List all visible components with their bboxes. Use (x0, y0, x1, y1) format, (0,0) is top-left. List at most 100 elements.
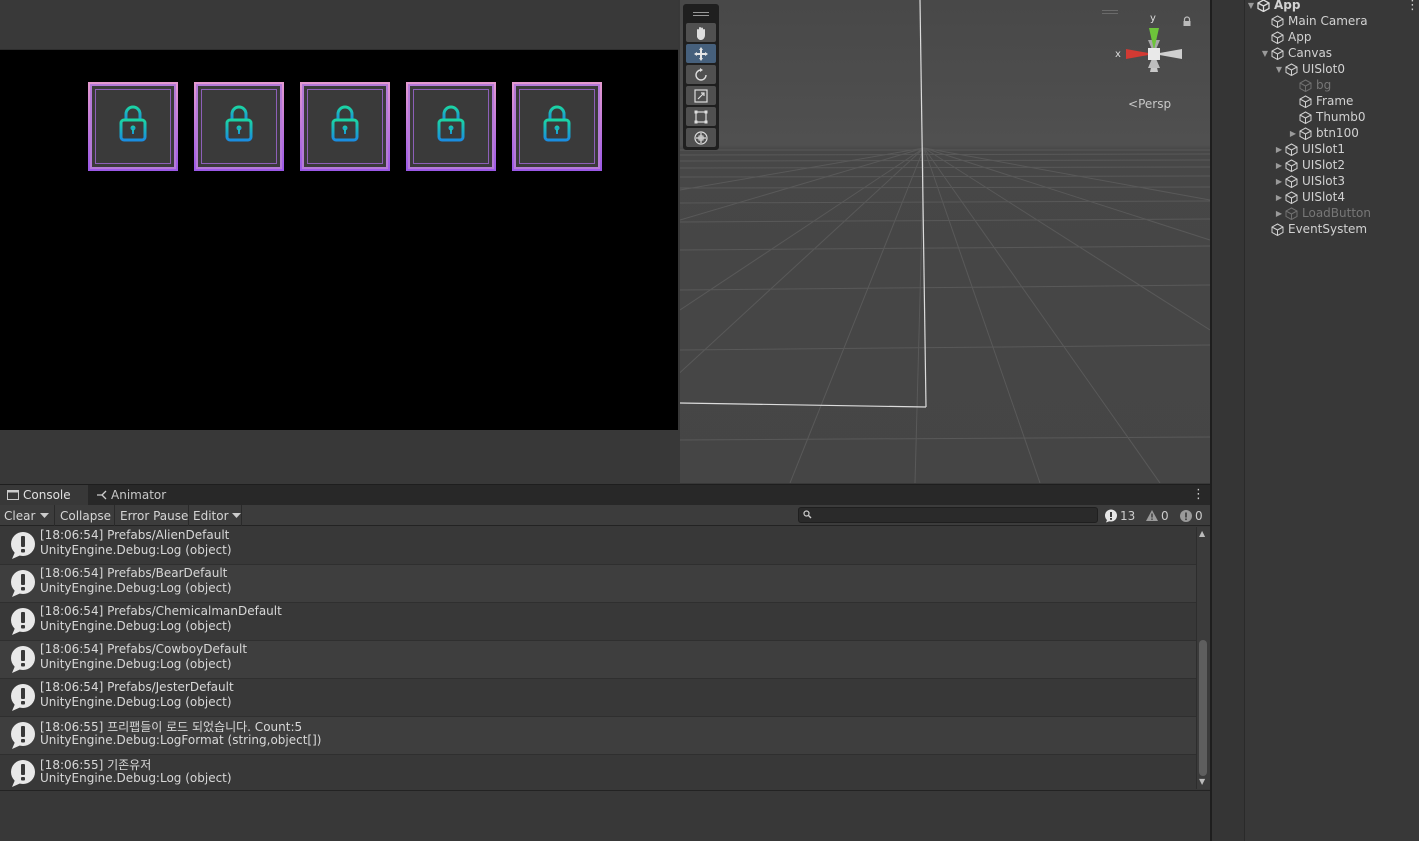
expand-arrow-icon[interactable]: ▶ (1273, 177, 1285, 186)
warning-count: 0 (1161, 508, 1169, 523)
editor-target-dropdown[interactable]: Editor (189, 506, 245, 525)
hierarchy-item-thumb0[interactable]: Thumb0 (1287, 109, 1365, 125)
gameobject-icon (1299, 94, 1312, 108)
scrollbar-thumb[interactable] (1199, 640, 1207, 776)
tab-console[interactable]: Console (0, 485, 88, 505)
log-entry[interactable]: [18:06:55] 프리팹들이 로드 되었습니다. Count:5 Unity… (0, 717, 1196, 755)
hierarchy-item-uislot2[interactable]: ▶ UISlot2 (1273, 157, 1345, 173)
ui-slot-3[interactable] (406, 82, 496, 171)
game-view (0, 0, 678, 483)
log-count-toggle[interactable]: 13 (1104, 506, 1135, 525)
scroll-up-arrow-icon[interactable]: ▲ (1199, 529, 1205, 538)
lock-icon (119, 105, 147, 142)
hierarchy-gutter (1212, 0, 1245, 841)
log-entry[interactable]: [18:06:54] Prefabs/ChemicalmanDefault Un… (0, 603, 1196, 641)
hierarchy-item-main-camera[interactable]: Main Camera (1259, 13, 1368, 29)
console-search-input[interactable] (798, 507, 1098, 523)
hierarchy-label: Frame (1316, 94, 1354, 108)
kebab-menu-icon[interactable]: ⋮ (1192, 487, 1205, 502)
expand-arrow-icon[interactable]: ▶ (1273, 145, 1285, 154)
ui-slot-1[interactable] (194, 82, 284, 171)
move-tool-button[interactable] (686, 44, 716, 63)
info-message-icon (11, 646, 35, 673)
ui-slot-0[interactable] (88, 82, 178, 171)
expand-arrow-icon[interactable]: ▶ (1273, 209, 1285, 218)
search-icon (803, 510, 812, 519)
gameobject-icon (1271, 30, 1284, 44)
log-entry[interactable]: [18:06:54] Prefabs/AlienDefault UnityEng… (0, 527, 1196, 565)
scroll-down-arrow-icon[interactable]: ▼ (1199, 777, 1205, 786)
kebab-menu-icon[interactable]: ⋮ (1406, 0, 1419, 13)
hierarchy-label: Thumb0 (1316, 110, 1366, 124)
gameobject-icon (1299, 126, 1312, 140)
game-canvas[interactable] (0, 50, 678, 430)
error-pause-toggle[interactable]: Error Pause (116, 506, 192, 525)
clear-options-dropdown[interactable] (38, 506, 51, 525)
expand-arrow-icon[interactable]: ▶ (1273, 161, 1285, 170)
expand-arrow-icon[interactable]: ▶ (1273, 193, 1285, 202)
hierarchy-label: LoadButton (1302, 206, 1371, 220)
rotate-tool-icon (695, 67, 707, 81)
log-stacktrace: UnityEngine.Debug:Log (object) (40, 771, 232, 785)
expand-arrow-icon[interactable]: ▼ (1245, 1, 1257, 10)
tab-label: Console (23, 488, 71, 502)
chevron-down-icon (231, 512, 241, 518)
hierarchy-label: App (1288, 30, 1312, 44)
expand-arrow-icon[interactable]: ▶ (1287, 129, 1299, 138)
animator-icon (97, 490, 107, 500)
hierarchy-item-frame[interactable]: Frame (1287, 93, 1353, 109)
orientation-gizmo[interactable]: y x (1110, 10, 1190, 90)
gameobject-icon (1299, 110, 1312, 124)
hierarchy-item-eventsystem[interactable]: EventSystem (1259, 221, 1367, 237)
ui-slot-4[interactable] (512, 82, 602, 171)
hierarchy-item-uislot3[interactable]: ▶ UISlot3 (1273, 173, 1345, 189)
hierarchy-item-app-scene[interactable]: ▼ App (1245, 0, 1300, 13)
tool-strip-grip[interactable] (686, 7, 716, 21)
hierarchy-item-canvas[interactable]: ▼ Canvas (1259, 45, 1332, 61)
console-log-list[interactable]: [18:06:54] Prefabs/AlienDefault UnityEng… (0, 527, 1196, 789)
expand-arrow-icon[interactable]: ▼ (1259, 49, 1271, 58)
padlock-icon[interactable] (1182, 16, 1192, 27)
hierarchy-label: UISlot2 (1302, 158, 1345, 172)
hierarchy-item-uislot4[interactable]: ▶ UISlot4 (1273, 189, 1345, 205)
gameobject-icon (1285, 62, 1298, 76)
hierarchy-item-bg[interactable]: bg (1287, 77, 1331, 93)
console-panel: Console Animator ⋮ Clear Collapse Error … (0, 484, 1210, 841)
console-scrollbar[interactable]: ▲ ▼ (1196, 527, 1210, 789)
error-count-toggle[interactable]: 0 (1179, 506, 1203, 525)
transform-tool-button[interactable] (686, 128, 716, 147)
move-tool-icon (694, 46, 708, 61)
console-icon (7, 490, 19, 500)
gameobject-icon (1285, 174, 1298, 188)
log-entry[interactable]: [18:06:54] Prefabs/BearDefault UnityEngi… (0, 565, 1196, 603)
console-toolbar: Clear Collapse Error Pause Editor 13 0 0 (0, 505, 1210, 526)
info-message-icon (11, 532, 35, 559)
warning-count-toggle[interactable]: 0 (1145, 506, 1169, 525)
transform-tool-icon (694, 130, 708, 145)
hand-tool-button[interactable] (686, 23, 716, 42)
log-entry[interactable]: [18:06:54] Prefabs/JesterDefault UnityEn… (0, 679, 1196, 717)
console-detail-pane[interactable] (0, 790, 1210, 841)
scene-view[interactable]: y x <Persp (680, 0, 1210, 483)
tab-animator[interactable]: Animator (90, 485, 170, 505)
expand-arrow-icon[interactable]: ▼ (1273, 65, 1285, 74)
hierarchy-label: Main Camera (1288, 14, 1368, 28)
projection-toggle[interactable]: <Persp (1128, 97, 1171, 111)
scale-tool-button[interactable] (686, 86, 716, 105)
hierarchy-item-uislot1[interactable]: ▶ UISlot1 (1273, 141, 1345, 157)
log-stacktrace: UnityEngine.Debug:Log (object) (40, 657, 232, 671)
hierarchy-item-uislot0[interactable]: ▼ UISlot0 (1273, 61, 1345, 77)
hierarchy-item-loadbutton[interactable]: ▶ LoadButton (1273, 205, 1371, 221)
hierarchy-item-btn100[interactable]: ▶ btn100 (1287, 125, 1359, 141)
tab-label: Animator (111, 488, 167, 502)
log-entry[interactable]: [18:06:55] 기존유저 UnityEngine.Debug:Log (o… (0, 755, 1196, 789)
rotate-tool-button[interactable] (686, 65, 716, 84)
info-message-icon (11, 722, 35, 749)
hierarchy-label: btn100 (1316, 126, 1359, 140)
ui-slot-2[interactable] (300, 82, 390, 171)
collapse-toggle[interactable]: Collapse (56, 506, 115, 525)
log-entry[interactable]: [18:06:54] Prefabs/CowboyDefault UnityEn… (0, 641, 1196, 679)
rect-tool-button[interactable] (686, 107, 716, 126)
clear-button[interactable]: Clear (0, 506, 39, 525)
hierarchy-item-app[interactable]: App (1259, 29, 1311, 45)
